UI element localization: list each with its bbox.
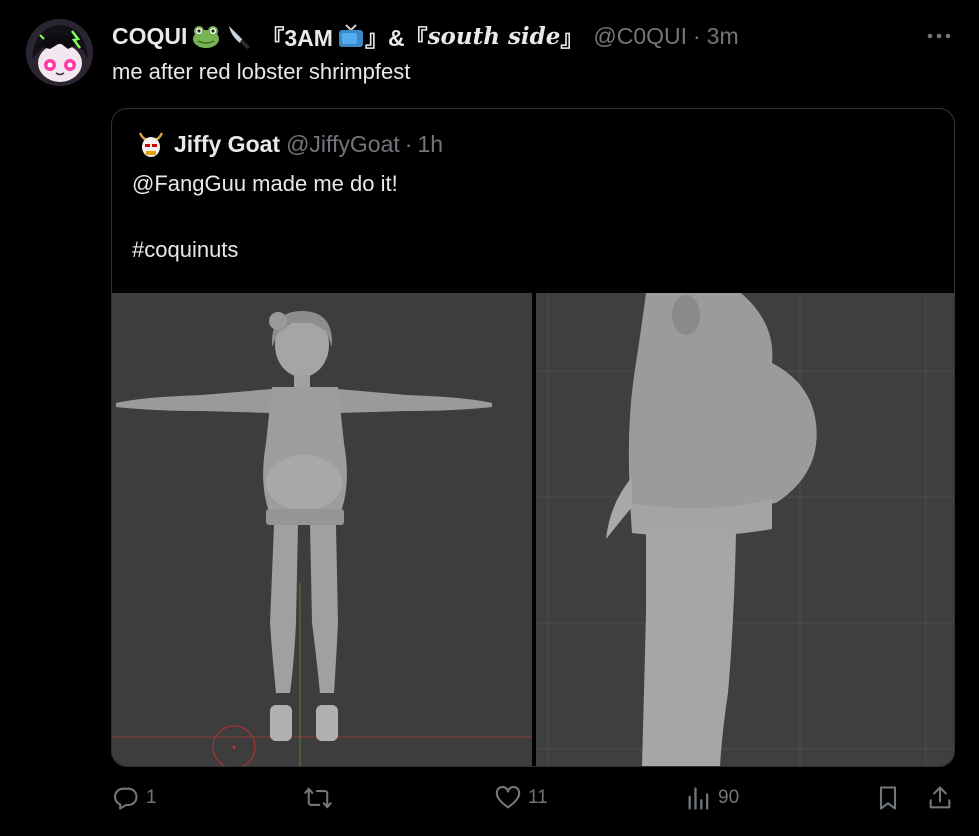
quote-time[interactable]: 1h (417, 131, 443, 158)
views-icon (688, 787, 709, 810)
view-count: 90 (718, 787, 740, 808)
author-handle[interactable]: @C0QUI (593, 23, 687, 50)
reply-button[interactable]: 1 (112, 784, 157, 812)
share-button[interactable] (927, 784, 953, 812)
tweet-text: me after red lobster shrimpfest (112, 59, 411, 84)
name-suffix-3am: 『3AM (261, 25, 333, 51)
quote-hashtag[interactable]: #coquinuts (132, 237, 238, 263)
quote-tweet-card[interactable]: Jiffy Goat @JiffyGoat · 1h @FangGuu made… (111, 108, 955, 767)
like-icon (495, 785, 521, 809)
repost-button[interactable] (303, 784, 339, 812)
repost-icon (304, 787, 332, 809)
reply-icon (113, 787, 138, 810)
media-image-left[interactable] (112, 293, 532, 766)
bookmark-button[interactable] (875, 784, 901, 812)
quote-author-name[interactable]: Jiffy Goat (174, 131, 280, 158)
reply-count: 1 (146, 787, 157, 808)
separator-dot: · (693, 22, 701, 49)
frog-icon (191, 23, 221, 49)
quote-author-avatar[interactable] (136, 129, 166, 159)
more-button[interactable] (925, 24, 953, 48)
quote-separator-dot: · (404, 130, 413, 157)
quote-author-handle[interactable]: @JiffyGoat (286, 131, 400, 158)
quote-header: Jiffy Goat @JiffyGoat · 1h (136, 129, 443, 159)
tweet-header: COQUI 『3AM 』&『 south side 』 @C0QUI · 3m (112, 20, 739, 52)
tv-icon (337, 23, 365, 49)
views-button[interactable]: 90 (686, 784, 739, 812)
author-avatar[interactable] (26, 19, 93, 86)
name-suffix-south-side: south side (427, 22, 561, 50)
knife-icon (225, 22, 253, 50)
quote-text-line-1: @FangGuu made me do it! (132, 171, 398, 196)
like-count: 11 (528, 787, 548, 808)
author-name[interactable]: COQUI (112, 23, 187, 50)
name-suffix-separator: 』&『 (364, 25, 428, 51)
share-icon (929, 786, 951, 809)
media-image-right[interactable] (536, 293, 954, 766)
more-icon (927, 33, 951, 39)
name-suffix-close: 』 (560, 25, 584, 51)
action-bar: 1 11 90 (0, 784, 979, 820)
like-button[interactable]: 11 (494, 784, 548, 812)
bookmark-icon (879, 786, 897, 810)
tweet-time[interactable]: 3m (707, 23, 739, 50)
